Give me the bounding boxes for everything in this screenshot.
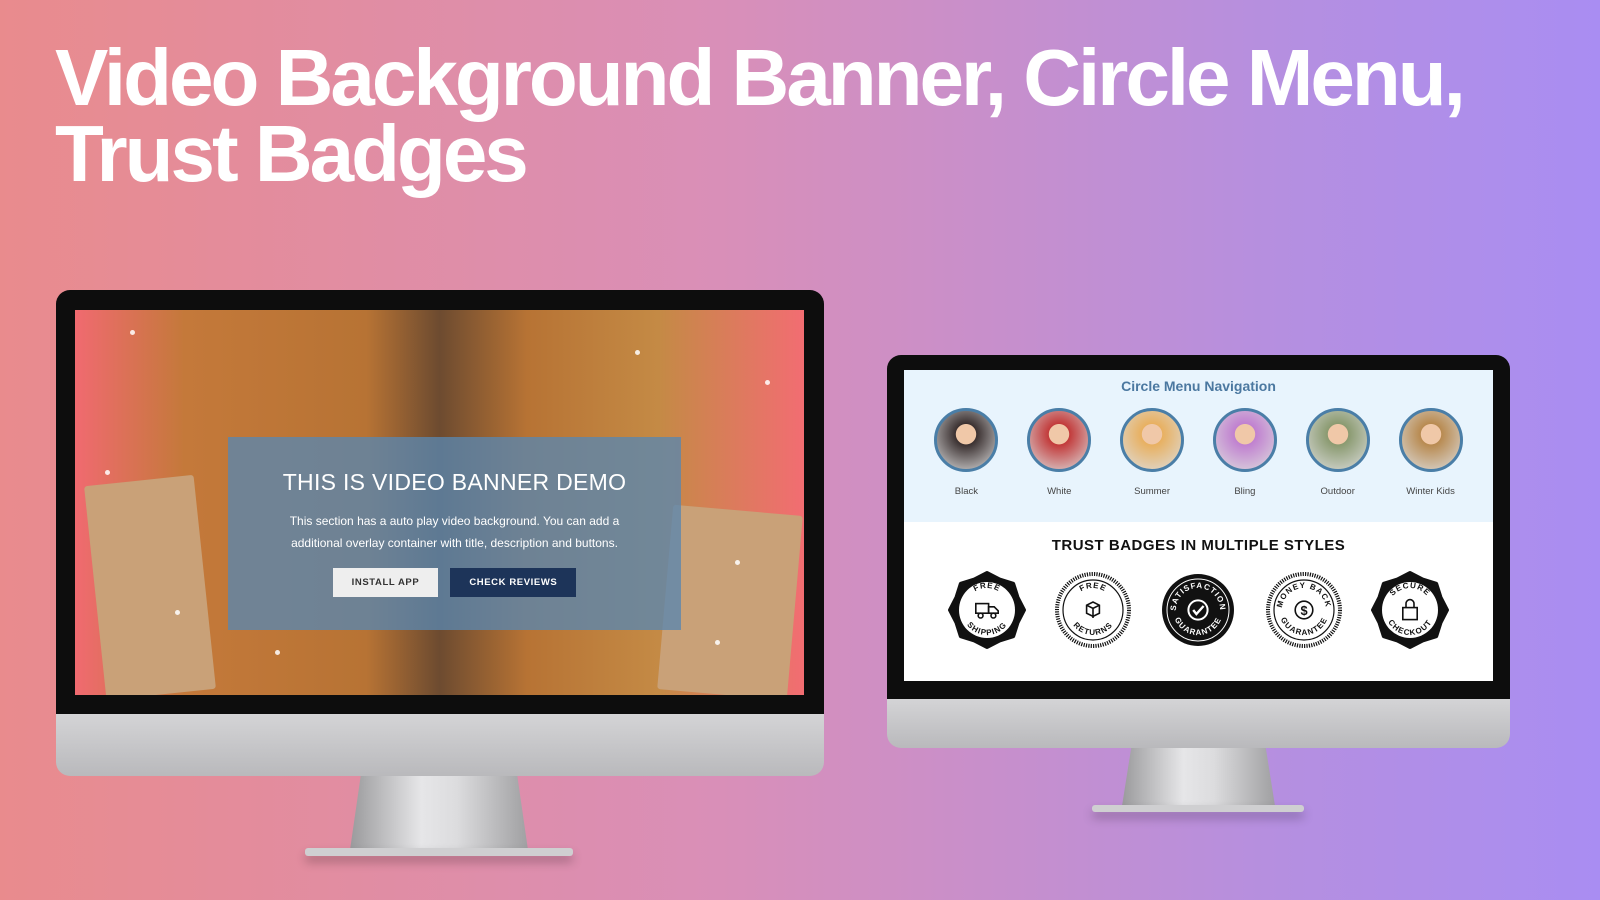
- demo-screen: Circle Menu Navigation Black White Summer B…: [904, 370, 1493, 681]
- circle-menu-item[interactable]: Outdoor: [1303, 408, 1373, 497]
- avatar[interactable]: [1212, 408, 1277, 472]
- monitor-stand: [350, 776, 528, 850]
- banner-description: This section has a auto play video backg…: [289, 514, 620, 550]
- circle-menu-label: Bling: [1234, 486, 1256, 497]
- page-headline: Video Background Banner, Circle Menu, Tr…: [55, 33, 1505, 198]
- trust-badges-title: TRUST BADGES IN MULTIPLE STYLES: [1051, 537, 1346, 554]
- circle-menu-item[interactable]: Summer: [1117, 408, 1187, 497]
- avatar[interactable]: [934, 408, 999, 472]
- circle-menu-item[interactable]: Bling: [1210, 408, 1280, 497]
- trust-badge: FREE SHIPPING: [947, 570, 1027, 655]
- circle-menu-title: Circle Menu Navigation: [1121, 378, 1276, 394]
- circle-menu-item[interactable]: White: [1024, 408, 1094, 497]
- trust-badge: MONEY BACK GUARANTEE $: [1264, 570, 1344, 655]
- trust-badge: SECURE CHECKOUT: [1370, 570, 1450, 655]
- headline-line-2: Trust Badges: [55, 109, 529, 198]
- circle-menu-item[interactable]: Winter Kids: [1396, 408, 1466, 497]
- trust-badge: SATISFACTION GUARANTEE: [1158, 570, 1238, 655]
- circle-menu-item[interactable]: Black: [931, 408, 1001, 497]
- monitor-stand: [1122, 748, 1275, 806]
- avatar[interactable]: [1027, 408, 1092, 472]
- circle-menu-label: Black: [954, 486, 979, 497]
- trust-badge: FREE RETURNS: [1053, 570, 1133, 655]
- trust-badges-section: TRUST BADGES IN MULTIPLE STYLES FREE SHI…: [904, 522, 1493, 681]
- avatar[interactable]: [1398, 408, 1463, 472]
- monitor-base: [1092, 805, 1304, 812]
- banner-overlay: THIS IS VIDEO BANNER DEMO This section h…: [228, 437, 681, 630]
- circle-menu: Circle Menu Navigation Black White Summer B…: [904, 370, 1493, 522]
- circle-menu-label: Outdoor: [1320, 486, 1355, 497]
- check-reviews-button[interactable]: CHECK REVIEWS: [450, 568, 577, 597]
- headline-line-1: Video Background Banner, Circle Menu,: [55, 33, 1466, 122]
- shopping-bag-image: [84, 474, 216, 695]
- banner-title: THIS IS VIDEO BANNER DEMO: [282, 469, 627, 495]
- avatar[interactable]: [1120, 408, 1185, 472]
- monitor-chin: [887, 699, 1510, 748]
- avatar[interactable]: [1305, 408, 1370, 472]
- circle-menu-label: Summer: [1134, 486, 1171, 497]
- monitor-base: [305, 848, 573, 856]
- install-app-button[interactable]: INSTALL APP: [332, 568, 439, 597]
- circle-menu-label: Winter Kids: [1406, 486, 1455, 497]
- svg-text:$: $: [1301, 603, 1308, 618]
- monitor-chin: [56, 714, 824, 776]
- video-banner: THIS IS VIDEO BANNER DEMO This section h…: [75, 310, 804, 695]
- circle-menu-label: White: [1047, 486, 1072, 497]
